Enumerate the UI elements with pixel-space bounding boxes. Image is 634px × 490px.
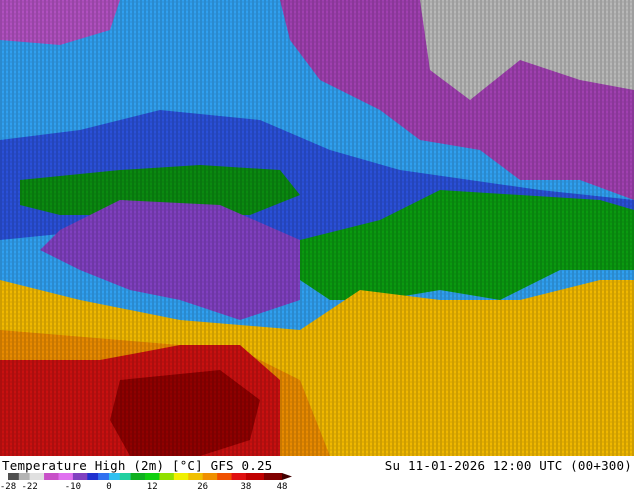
scale-segment [145, 473, 160, 480]
scale-segment [263, 473, 283, 480]
map-datetime: Su 11-01-2026 12:00 UTC (00+300) [384, 458, 632, 473]
scale-segment [87, 473, 99, 480]
map-title: Temperature High (2m) [°C] GFS 0.25 [2, 458, 273, 473]
scale-segment [231, 473, 247, 480]
scale-segment [173, 473, 189, 480]
scale-tick-label: 0 [106, 482, 111, 490]
scale-segment [98, 473, 110, 480]
temperature-map [0, 0, 634, 456]
scale-segment [159, 473, 175, 480]
scale-segment [72, 473, 88, 480]
map-footer: Temperature High (2m) [°C] GFS 0.25 Su 1… [0, 456, 634, 490]
scale-arrow [282, 473, 292, 480]
scale-segment [188, 473, 203, 480]
scale-segment [44, 473, 59, 480]
scale-segment [245, 473, 265, 480]
scale-tick-label: 38 [241, 482, 252, 490]
color-scale-legend: -28 -22 -10 0 12 26 38 48 [0, 473, 292, 490]
scale-tick-label: 26 [197, 482, 208, 490]
scale-segment [18, 473, 30, 480]
scale-segment [108, 473, 121, 480]
scale-tick-label: 12 [147, 482, 158, 490]
scale-tick-label: 48 [277, 482, 288, 490]
scale-tick-label: -10 [65, 482, 81, 490]
scale-segment [202, 473, 218, 480]
scale-segment [8, 473, 20, 480]
scale-tick-label: -22 [21, 482, 37, 490]
scale-segment [29, 473, 45, 480]
scale-segment [119, 473, 131, 480]
scale-segment [130, 473, 146, 480]
scale-tick-label: -28 [0, 482, 16, 490]
scale-segment [58, 473, 74, 480]
scale-segment [217, 473, 232, 480]
